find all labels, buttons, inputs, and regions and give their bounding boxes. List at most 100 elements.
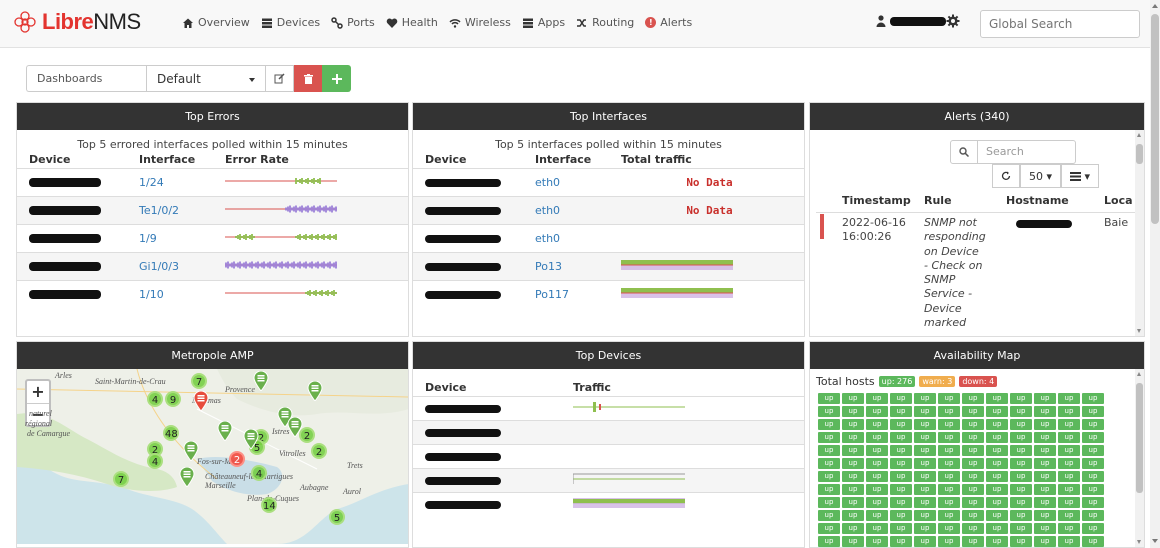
gear-icon[interactable] bbox=[946, 14, 960, 28]
traffic-cell[interactable] bbox=[615, 280, 804, 309]
map-cluster-marker[interactable]: 2 bbox=[311, 443, 327, 459]
host-status-cell[interactable]: up bbox=[1058, 523, 1080, 534]
host-status-cell[interactable]: up bbox=[1082, 510, 1104, 521]
col-location[interactable]: Loca bbox=[1104, 194, 1133, 207]
host-status-cell[interactable]: up bbox=[818, 510, 840, 521]
host-status-cell[interactable]: up bbox=[866, 484, 888, 495]
interface-cell[interactable]: Gi1/0/3 bbox=[133, 252, 219, 281]
host-status-cell[interactable]: up bbox=[986, 406, 1008, 417]
host-status-cell[interactable]: up bbox=[938, 445, 960, 456]
interface-cell[interactable]: 1/24 bbox=[133, 168, 219, 197]
host-status-cell[interactable]: up bbox=[842, 445, 864, 456]
scroll-down-arrow-icon[interactable] bbox=[1137, 540, 1141, 544]
host-status-cell[interactable]: up bbox=[1010, 523, 1032, 534]
host-status-cell[interactable]: up bbox=[938, 510, 960, 521]
host-status-cell[interactable]: up bbox=[866, 536, 888, 547]
host-status-cell[interactable]: up bbox=[890, 497, 912, 508]
host-status-cell[interactable]: up bbox=[842, 471, 864, 482]
host-status-cell[interactable]: up bbox=[818, 484, 840, 495]
add-widget-button[interactable] bbox=[322, 65, 351, 92]
host-status-cell[interactable]: up bbox=[914, 497, 936, 508]
host-status-cell[interactable]: up bbox=[986, 497, 1008, 508]
alerts-scrollbar[interactable] bbox=[1135, 130, 1144, 336]
traffic-cell[interactable] bbox=[615, 252, 804, 281]
host-status-cell[interactable]: up bbox=[962, 393, 984, 404]
host-status-cell[interactable]: up bbox=[986, 523, 1008, 534]
host-status-cell[interactable]: up bbox=[890, 406, 912, 417]
availability-scrollbar[interactable] bbox=[1135, 369, 1144, 547]
host-status-cell[interactable]: up bbox=[1034, 484, 1056, 495]
host-status-cell[interactable]: up bbox=[1082, 523, 1104, 534]
host-status-cell[interactable]: up bbox=[986, 445, 1008, 456]
host-status-cell[interactable]: up bbox=[962, 510, 984, 521]
traffic-cell[interactable] bbox=[567, 468, 804, 493]
host-status-cell[interactable]: up bbox=[986, 536, 1008, 547]
host-status-cell[interactable]: up bbox=[842, 393, 864, 404]
host-status-cell[interactable]: up bbox=[890, 523, 912, 534]
device-cell[interactable] bbox=[17, 196, 133, 225]
host-status-cell[interactable]: up bbox=[914, 510, 936, 521]
host-status-cell[interactable]: up bbox=[1058, 497, 1080, 508]
host-status-cell[interactable]: up bbox=[866, 523, 888, 534]
librenms-logo[interactable]: LibreNMS bbox=[12, 9, 141, 35]
host-status-cell[interactable]: up bbox=[1010, 484, 1032, 495]
host-status-cell[interactable]: up bbox=[938, 458, 960, 469]
nav-devices[interactable]: Devices bbox=[261, 16, 320, 29]
host-status-cell[interactable]: up bbox=[842, 510, 864, 521]
graph-sparkline[interactable] bbox=[621, 286, 733, 300]
host-status-cell[interactable]: up bbox=[962, 536, 984, 547]
host-status-cell[interactable]: up bbox=[866, 497, 888, 508]
host-status-cell[interactable]: up bbox=[1082, 406, 1104, 417]
host-status-cell[interactable]: up bbox=[1010, 458, 1032, 469]
host-status-cell[interactable]: up bbox=[1034, 393, 1056, 404]
host-status-cell[interactable]: up bbox=[818, 432, 840, 443]
host-status-cell[interactable]: up bbox=[914, 471, 936, 482]
host-status-cell[interactable]: up bbox=[890, 393, 912, 404]
device-cell[interactable] bbox=[413, 396, 567, 421]
scrollbar-thumb[interactable] bbox=[1151, 14, 1159, 224]
host-status-cell[interactable]: up bbox=[1058, 458, 1080, 469]
host-status-cell[interactable]: up bbox=[1082, 445, 1104, 456]
host-status-cell[interactable]: up bbox=[866, 471, 888, 482]
host-status-cell[interactable]: up bbox=[818, 406, 840, 417]
scroll-up-arrow-icon[interactable] bbox=[1152, 4, 1158, 8]
host-status-cell[interactable]: up bbox=[914, 432, 936, 443]
device-cell[interactable] bbox=[413, 492, 567, 517]
page-scrollbar[interactable] bbox=[1150, 0, 1160, 548]
host-status-cell[interactable]: up bbox=[890, 471, 912, 482]
alert-rule[interactable]: SNMP not responding on Device - Check on SNM… bbox=[924, 216, 986, 330]
host-status-cell[interactable]: up bbox=[986, 510, 1008, 521]
graph-sparkline[interactable] bbox=[621, 258, 733, 272]
host-status-cell[interactable]: up bbox=[938, 419, 960, 430]
host-status-cell[interactable]: up bbox=[962, 471, 984, 482]
map-pin-icon[interactable] bbox=[307, 380, 323, 402]
zoom-in-button[interactable]: + bbox=[27, 381, 49, 403]
host-status-cell[interactable]: up bbox=[1010, 497, 1032, 508]
widget-title[interactable]: Availability Map bbox=[810, 342, 1144, 369]
host-status-cell[interactable]: up bbox=[914, 406, 936, 417]
graph-sparkline[interactable] bbox=[225, 258, 337, 272]
host-status-cell[interactable]: up bbox=[1010, 536, 1032, 547]
host-status-cell[interactable]: up bbox=[818, 393, 840, 404]
widget-title[interactable]: Top Devices bbox=[413, 342, 804, 369]
host-status-cell[interactable]: up bbox=[938, 432, 960, 443]
refresh-button[interactable] bbox=[992, 164, 1020, 188]
host-status-cell[interactable]: up bbox=[890, 536, 912, 547]
host-status-cell[interactable]: up bbox=[1058, 536, 1080, 547]
map-pin-icon[interactable] bbox=[179, 466, 195, 488]
host-status-cell[interactable]: up bbox=[866, 458, 888, 469]
device-cell[interactable] bbox=[17, 224, 133, 253]
nav-alerts[interactable]: ! Alerts bbox=[645, 16, 692, 29]
host-status-cell[interactable]: up bbox=[866, 419, 888, 430]
device-cell[interactable] bbox=[413, 252, 529, 281]
host-status-cell[interactable]: up bbox=[938, 393, 960, 404]
map-cluster-marker[interactable]: 4 bbox=[251, 465, 267, 481]
host-status-cell[interactable]: up bbox=[1082, 471, 1104, 482]
map-pin-icon[interactable] bbox=[217, 420, 233, 442]
host-status-cell[interactable]: up bbox=[842, 523, 864, 534]
host-status-cell[interactable]: up bbox=[1034, 523, 1056, 534]
host-status-cell[interactable]: up bbox=[818, 419, 840, 430]
host-status-cell[interactable]: up bbox=[818, 471, 840, 482]
device-cell[interactable] bbox=[413, 280, 529, 309]
scroll-down-arrow-icon[interactable] bbox=[1137, 329, 1141, 333]
